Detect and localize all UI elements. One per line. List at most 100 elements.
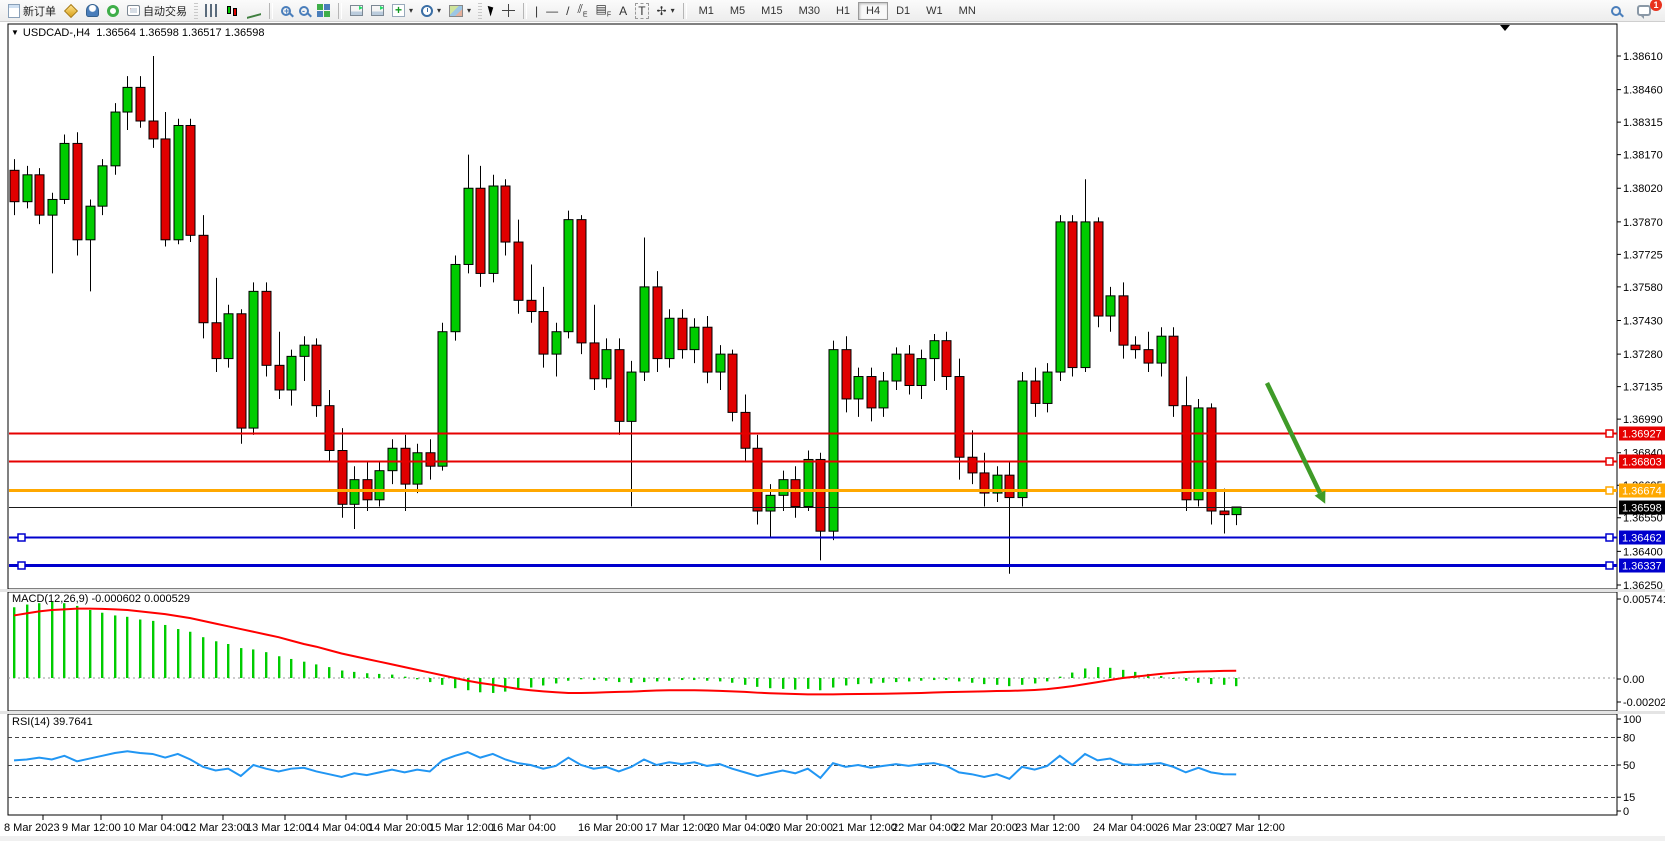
- chart-shift-button[interactable]: [367, 4, 388, 17]
- bar-chart-button[interactable]: [201, 3, 222, 18]
- contacts-button[interactable]: [82, 3, 103, 18]
- line-left-handle[interactable]: [18, 534, 25, 541]
- candle: [489, 186, 498, 273]
- macd-histogram-bar: [126, 617, 128, 678]
- candle: [325, 406, 334, 451]
- tf-button-m30[interactable]: M30: [791, 2, 828, 20]
- macd-histogram-bar: [567, 678, 569, 681]
- macd-histogram-bar: [706, 678, 708, 681]
- zoom-in-button[interactable]: +: [277, 5, 295, 17]
- signals-icon: [107, 5, 119, 17]
- macd-histogram-bar: [1046, 678, 1048, 681]
- bar-chart-icon: [205, 4, 218, 17]
- time-axis-label: 26 Mar 23:00: [1157, 822, 1222, 834]
- tf-button-w1[interactable]: W1: [918, 2, 951, 20]
- line-left-handle[interactable]: [18, 562, 25, 569]
- candle: [514, 242, 523, 300]
- time-axis-label: 20 Mar 04:00: [707, 822, 772, 834]
- rsi-panel: [8, 714, 1617, 815]
- candle: [212, 323, 221, 359]
- toolbar: 新订单 自动交易 + - ▾ ▾ ▾ | — / ⫽E ▤F A: [0, 0, 1665, 22]
- candle: [728, 354, 737, 412]
- macd-histogram-bar: [366, 673, 368, 678]
- zoom-out-button[interactable]: -: [295, 5, 313, 17]
- candle: [590, 343, 599, 379]
- notifications-button[interactable]: 1: [1633, 4, 1655, 17]
- panel-splitter[interactable]: [0, 711, 1665, 714]
- candle: [98, 166, 107, 206]
- macd-histogram-bar: [945, 678, 947, 680]
- candle: [703, 327, 712, 372]
- autotrade-button[interactable]: 自动交易: [123, 2, 191, 20]
- tf-button-h1[interactable]: H1: [828, 2, 858, 20]
- rsi-axis-label: 80: [1623, 732, 1635, 744]
- line-chart-icon: [247, 3, 261, 19]
- macd-histogram-bar: [1084, 668, 1086, 678]
- market-button[interactable]: [60, 3, 82, 19]
- cursor-tool-button[interactable]: [485, 4, 498, 17]
- candle: [1031, 381, 1040, 403]
- price-line-label: 1.36927: [1622, 429, 1662, 441]
- candle: [1232, 507, 1241, 515]
- candle: [174, 125, 183, 239]
- chart-symbol-title[interactable]: ▼USDCAD-,H4 1.36564 1.36598 1.36517 1.36…: [11, 27, 264, 39]
- candle: [627, 372, 636, 421]
- rsi-axis-label: 0: [1623, 806, 1629, 818]
- macd-histogram-bar: [252, 649, 254, 678]
- panel-splitter[interactable]: [0, 589, 1665, 592]
- macd-histogram-bar: [1210, 678, 1212, 684]
- tf-button-d1[interactable]: D1: [888, 2, 918, 20]
- tf-button-m1[interactable]: M1: [691, 2, 722, 20]
- macd-histogram-bar: [429, 678, 431, 682]
- candle: [942, 341, 951, 377]
- tf-button-h4-active[interactable]: H4: [858, 2, 888, 20]
- template-dropdown[interactable]: ▾: [445, 4, 475, 18]
- tile-windows-button[interactable]: [313, 3, 334, 18]
- text-label-tool[interactable]: T: [631, 2, 652, 20]
- horizontal-line-tool[interactable]: —: [542, 3, 562, 19]
- candle: [842, 350, 851, 399]
- macd-histogram-bar: [555, 678, 557, 683]
- macd-histogram-bar: [1185, 678, 1187, 681]
- search-button[interactable]: [1607, 5, 1625, 17]
- fibonacci-tool[interactable]: ▤F: [592, 1, 616, 19]
- market-gold-icon: [64, 3, 78, 17]
- macd-histogram-bar: [920, 678, 922, 681]
- line-right-handle[interactable]: [1606, 534, 1613, 541]
- candle: [879, 381, 888, 408]
- line-right-handle[interactable]: [1606, 458, 1613, 465]
- period-dropdown[interactable]: ▾: [417, 4, 445, 18]
- macd-histogram-bar: [681, 678, 683, 680]
- macd-histogram-bar: [240, 648, 242, 678]
- candle: [186, 125, 195, 235]
- candle: [426, 453, 435, 466]
- new-chart-dropdown[interactable]: ▾: [388, 3, 417, 18]
- line-chart-button[interactable]: [243, 4, 265, 18]
- candle: [678, 318, 687, 349]
- line-right-handle[interactable]: [1606, 562, 1613, 569]
- macd-histogram-bar: [1122, 670, 1124, 678]
- tf-button-m15[interactable]: M15: [753, 2, 790, 20]
- trendline-tool[interactable]: /: [562, 3, 573, 19]
- line-right-handle[interactable]: [1606, 487, 1613, 494]
- new-order-button[interactable]: 新订单: [4, 2, 60, 20]
- chevron-down-icon: ▾: [671, 6, 675, 15]
- symbol-dropdown-icon[interactable]: ▼: [11, 28, 19, 37]
- candle: [1094, 222, 1103, 316]
- signals-button[interactable]: [103, 4, 123, 18]
- crosshair-tool-button[interactable]: [498, 3, 519, 18]
- channel-tool[interactable]: ⫽E: [574, 1, 592, 19]
- text-tool[interactable]: A: [615, 3, 631, 19]
- macd-histogram-bar: [89, 610, 91, 678]
- tf-button-m5[interactable]: M5: [722, 2, 753, 20]
- macd-panel: [8, 592, 1617, 711]
- arrows-tool-dropdown[interactable]: ✢▾: [653, 3, 679, 19]
- vertical-line-tool[interactable]: |: [531, 3, 542, 19]
- line-right-handle[interactable]: [1606, 430, 1613, 437]
- macd-histogram-bar: [391, 675, 393, 678]
- tf-button-mn[interactable]: MN: [951, 2, 984, 20]
- candlestick-chart-button[interactable]: [222, 3, 243, 18]
- macd-histogram-bar: [643, 678, 645, 682]
- macd-histogram-bar: [731, 678, 733, 683]
- autoscroll-button[interactable]: [346, 4, 367, 17]
